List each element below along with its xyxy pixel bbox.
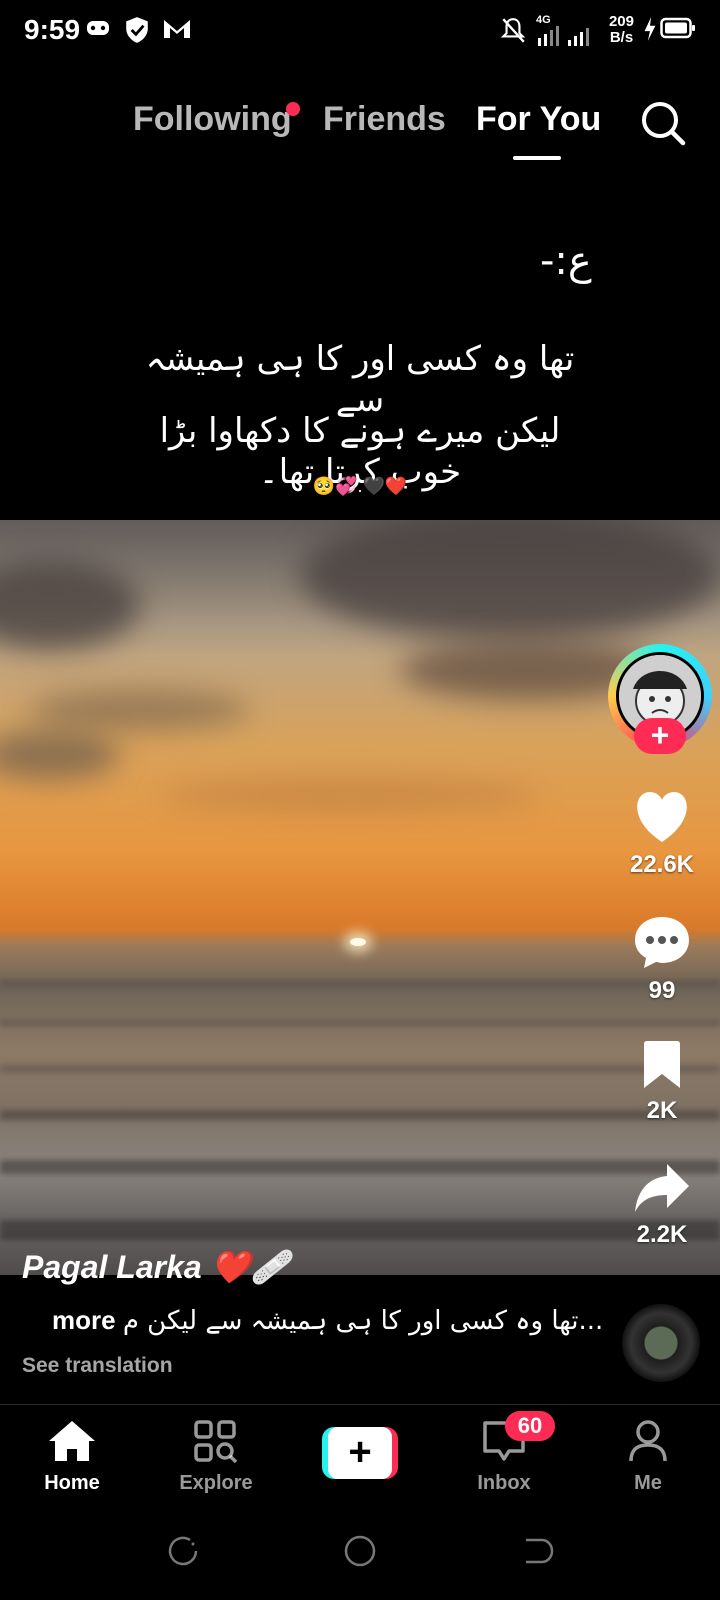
nav-home-label: Home: [44, 1472, 100, 1494]
search-icon[interactable]: [640, 100, 686, 146]
tab-friends[interactable]: Friends: [323, 100, 446, 139]
explore-icon: [194, 1420, 238, 1464]
save-count: 2K: [646, 1097, 678, 1124]
plus-icon: +: [328, 1427, 392, 1479]
comment-icon: [635, 917, 689, 968]
active-tab-indicator: [513, 156, 561, 160]
share-action[interactable]: 2.2K: [612, 1162, 712, 1249]
like-count: 22.6K: [629, 851, 695, 878]
gamepad-icon: [87, 21, 109, 35]
tab-for-you[interactable]: For You: [476, 100, 601, 139]
following-notification-dot: [286, 102, 300, 116]
signal-icon: [538, 26, 589, 46]
inbox-badge: 60: [505, 1411, 555, 1441]
sun: [350, 938, 366, 946]
music-disc[interactable]: [622, 1304, 700, 1382]
caption[interactable]: more تھا وہ کسی اور کا ہی ہمیشہ سے لیکن …: [52, 1305, 603, 1336]
nav-home[interactable]: Home: [12, 1419, 132, 1495]
network-type: 4G: [536, 14, 551, 26]
follow-button[interactable]: +: [634, 718, 686, 754]
network-speed: 209 B/s: [609, 14, 634, 46]
author-name[interactable]: Pagal Larka ❤️🩹: [22, 1248, 290, 1286]
nav-explore[interactable]: Explore: [156, 1419, 276, 1495]
caption-text: تھا وہ کسی اور کا ہی ہمیشہ سے لیکن م...: [122, 1306, 604, 1336]
home-system-button[interactable]: [343, 1534, 377, 1568]
caption-more-link[interactable]: more: [52, 1305, 116, 1335]
gmail-icon: [164, 20, 190, 38]
status-time: 9:59: [24, 14, 81, 45]
create-button[interactable]: +: [322, 1427, 398, 1479]
bookmark-icon: [644, 1041, 680, 1088]
nav-inbox-label: Inbox: [477, 1472, 531, 1494]
poem-emojis: 🥺💞.🖤❤️: [312, 476, 408, 496]
home-icon: [49, 1421, 95, 1461]
speed-value: 209: [608, 13, 634, 30]
nav-me[interactable]: Me: [588, 1419, 708, 1495]
like-action[interactable]: 22.6K: [612, 790, 712, 879]
recents-button[interactable]: [166, 1534, 200, 1568]
see-translation-link[interactable]: See translation: [22, 1354, 173, 1378]
tab-following[interactable]: Following: [133, 100, 292, 139]
comment-count: 99: [648, 977, 676, 1004]
shield-icon: [126, 17, 148, 43]
back-button[interactable]: [520, 1534, 554, 1568]
speed-unit: B/s: [609, 29, 634, 46]
heart-icon: [637, 792, 687, 842]
bottom-nav: Home Explore + Inbox 60 Me: [0, 1404, 720, 1515]
poem-line-1: تھا وہ کسی اور کا ہی ہمیشہ سے: [145, 339, 575, 420]
mute-icon: [500, 18, 526, 43]
comment-action[interactable]: 99: [612, 914, 712, 1005]
profile-icon: [629, 1420, 667, 1462]
share-count: 2.2K: [636, 1221, 688, 1248]
nav-explore-label: Explore: [179, 1472, 253, 1494]
charging-icon: [644, 17, 656, 41]
save-action[interactable]: 2K: [612, 1040, 712, 1125]
share-icon: [635, 1164, 689, 1212]
status-bar: 9:59 4G 209 B/s: [0, 0, 720, 64]
battery-icon: [660, 17, 695, 39]
nav-me-label: Me: [634, 1472, 662, 1494]
poem-mark: ع:-: [540, 238, 592, 284]
